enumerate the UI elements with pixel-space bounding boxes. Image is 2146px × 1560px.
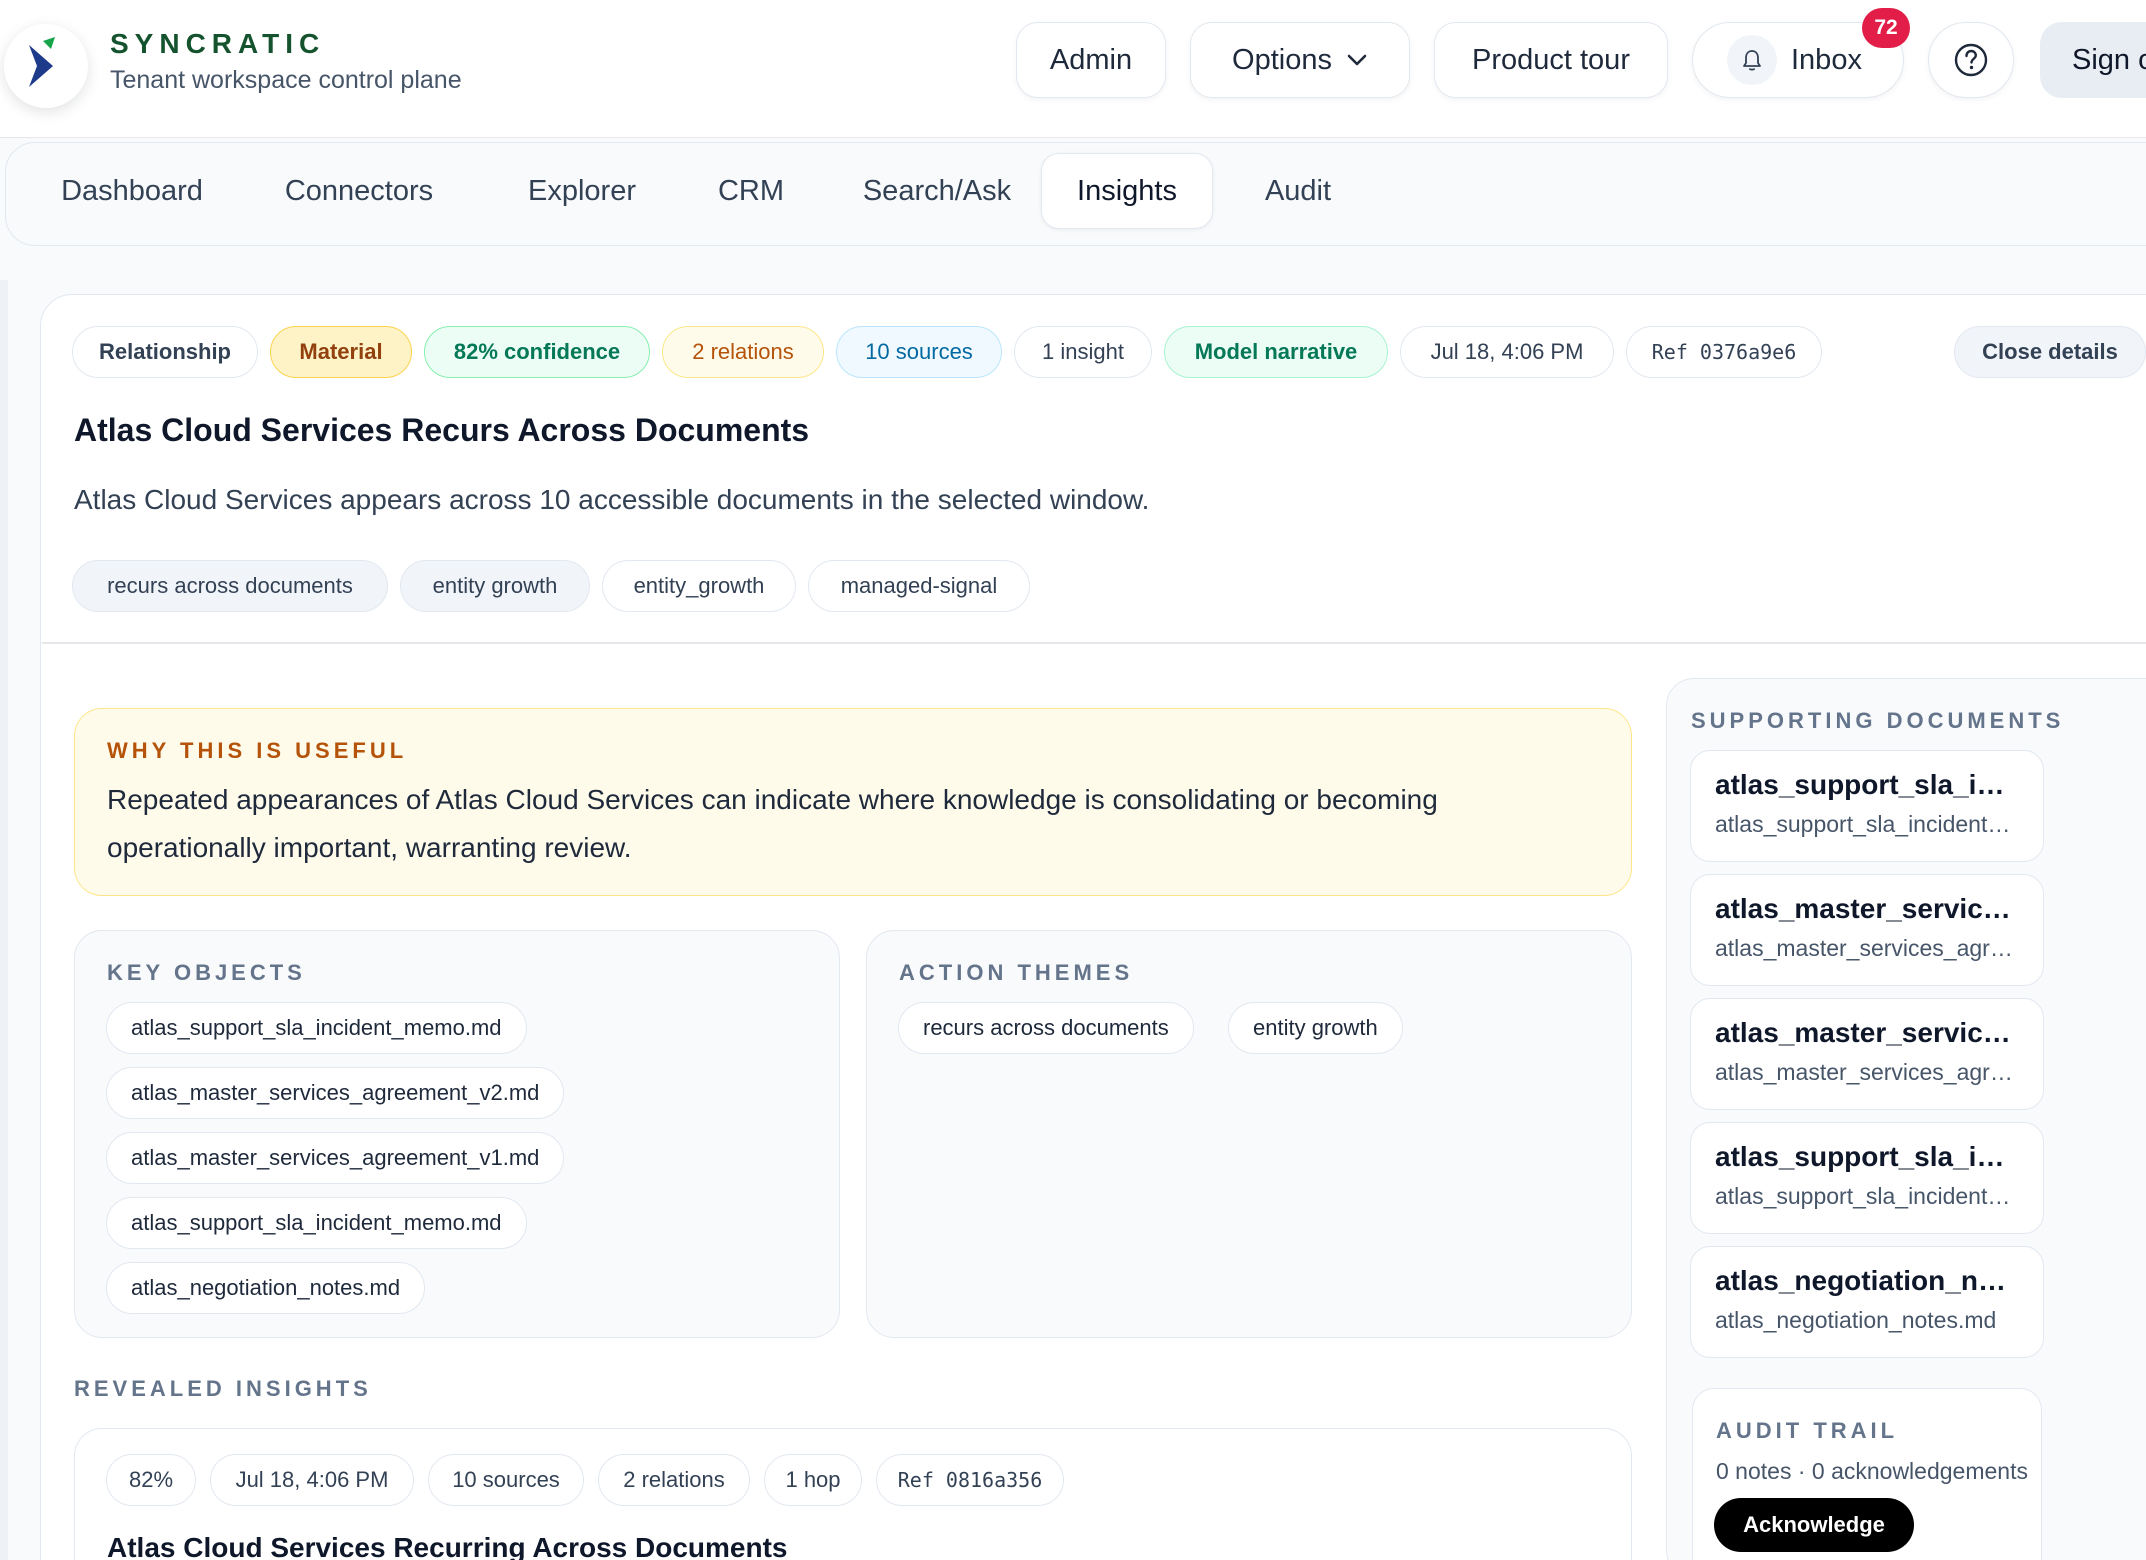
key-object-chip[interactable]: atlas_master_services_agreement_v1.md xyxy=(106,1132,565,1184)
reference-chip: Ref 0376a9e6 xyxy=(1626,326,1822,378)
insight-sources-chip: 10 sources xyxy=(428,1454,584,1506)
action-themes-card xyxy=(866,930,1632,1338)
type-chip: Relationship xyxy=(72,326,258,378)
syncratic-logo[interactable] xyxy=(4,24,88,108)
tag-chip: managed-signal xyxy=(808,560,1030,612)
doc-title: atlas_master_services_agreement_v1.md xyxy=(1715,1017,2019,1048)
inbox-count-badge: 72 xyxy=(1862,8,1910,48)
supporting-doc-card[interactable]: atlas_master_services_agreement_v2.md at… xyxy=(1690,874,2044,986)
chevron-down-icon xyxy=(1347,54,1367,66)
main-tab-bar: Dashboard Connectors Explorer CRM Search… xyxy=(5,142,2146,246)
action-theme-chip: recurs across documents xyxy=(898,1002,1194,1054)
insight-title: Atlas Cloud Services Recurs Across Docum… xyxy=(74,412,810,448)
key-object-chip[interactable]: atlas_support_sla_incident_memo.md xyxy=(106,1002,527,1054)
revealed-insight-title: Atlas Cloud Services Recurring Across Do… xyxy=(107,1532,788,1560)
tag-chip: entity_growth xyxy=(602,560,796,612)
tag-chip: entity growth xyxy=(400,560,590,612)
doc-filename: atlas_support_sla_incident_memo.md xyxy=(1715,1183,2019,1209)
doc-title: atlas_negotiation_notes.md xyxy=(1715,1265,2019,1296)
tab-audit[interactable]: Audit xyxy=(1236,153,1360,229)
tag-chip: recurs across documents xyxy=(72,560,388,612)
product-tour-label: Product tour xyxy=(1472,43,1630,76)
timestamp-chip: Jul 18, 4:06 PM xyxy=(1400,326,1614,378)
tab-dashboard[interactable]: Dashboard xyxy=(42,153,222,229)
insight-timestamp-chip: Jul 18, 4:06 PM xyxy=(210,1454,414,1506)
action-themes-label: ACTION THEMES xyxy=(899,960,1134,985)
why-useful-label: WHY THIS IS USEFUL xyxy=(107,738,408,763)
narrative-chip: Model narrative xyxy=(1164,326,1388,378)
why-useful-text: Repeated appearances of Atlas Cloud Serv… xyxy=(107,784,1438,863)
confidence-chip: 82% confidence xyxy=(424,326,650,378)
insight-reference-chip: Ref 0816a356 xyxy=(876,1454,1064,1506)
supporting-documents-label: SUPPORTING DOCUMENTS xyxy=(1691,708,2065,733)
section-divider xyxy=(42,642,2146,644)
doc-title: atlas_master_services_agreement_v2.md xyxy=(1715,893,2019,924)
supporting-doc-card[interactable]: atlas_master_services_agreement_v1.md at… xyxy=(1690,998,2044,1110)
supporting-doc-card[interactable]: atlas_support_sla_incident_memo.md atlas… xyxy=(1690,750,2044,862)
audit-trail-label: AUDIT TRAIL xyxy=(1716,1418,1899,1443)
key-object-chip[interactable]: atlas_negotiation_notes.md xyxy=(106,1262,426,1314)
insight-hops-chip: 1 hop xyxy=(764,1454,862,1506)
tab-connectors[interactable]: Connectors xyxy=(252,153,466,229)
doc-title: atlas_support_sla_incident_memo.md xyxy=(1715,1141,2019,1172)
insight-summary: Atlas Cloud Services appears across 10 a… xyxy=(74,484,1150,515)
tab-crm[interactable]: CRM xyxy=(696,153,806,229)
doc-filename: atlas_master_services_agreement_v2.md xyxy=(1715,935,2019,961)
insight-confidence-chip: 82% xyxy=(106,1454,196,1506)
doc-title: atlas_support_sla_incident_memo.md xyxy=(1715,769,2019,800)
action-theme-chip: entity growth xyxy=(1228,1002,1403,1054)
key-objects-label: KEY OBJECTS xyxy=(107,960,306,985)
relations-chip: 2 relations xyxy=(662,326,824,378)
insight-relations-chip: 2 relations xyxy=(598,1454,750,1506)
doc-filename: atlas_master_services_agreement_v1.md xyxy=(1715,1059,2019,1085)
close-details-button[interactable]: Close details xyxy=(1954,326,2146,378)
options-dropdown[interactable]: Options xyxy=(1190,22,1410,98)
bell-icon xyxy=(1727,35,1777,85)
admin-button-label: Admin xyxy=(1049,43,1133,76)
inbox-label: Inbox xyxy=(1791,43,1862,76)
brand-name: SYNCRATIC xyxy=(110,28,326,59)
brand-subtitle: Tenant workspace control plane xyxy=(110,66,462,94)
options-label: Options xyxy=(1232,43,1332,76)
help-button[interactable] xyxy=(1928,22,2014,98)
tab-search-ask[interactable]: Search/Ask xyxy=(834,153,1040,229)
logo-chevron-icon xyxy=(29,37,55,87)
sources-chip: 10 sources xyxy=(836,326,1002,378)
product-tour-button[interactable]: Product tour xyxy=(1434,22,1668,98)
revealed-insights-label: REVEALED INSIGHTS xyxy=(74,1376,372,1401)
key-object-chip[interactable]: atlas_master_services_agreement_v2.md xyxy=(106,1067,565,1119)
insights-count-chip: 1 insight xyxy=(1014,326,1152,378)
admin-button[interactable]: Admin xyxy=(1016,22,1166,98)
supporting-doc-card[interactable]: atlas_negotiation_notes.md atlas_negotia… xyxy=(1690,1246,2044,1358)
help-circle-icon xyxy=(1954,43,1988,77)
tab-insights[interactable]: Insights xyxy=(1041,153,1213,229)
audit-trail-summary: 0 notes · 0 acknowledgements xyxy=(1716,1458,2028,1484)
doc-filename: atlas_support_sla_incident_memo.md xyxy=(1715,811,2019,837)
key-object-chip[interactable]: atlas_support_sla_incident_memo.md xyxy=(106,1197,527,1249)
severity-chip: Material xyxy=(270,326,412,378)
supporting-doc-card[interactable]: atlas_support_sla_incident_memo.md atlas… xyxy=(1690,1122,2044,1234)
sign-out-button[interactable]: Sign out xyxy=(2040,22,2146,98)
left-rail xyxy=(0,280,8,1560)
tab-explorer[interactable]: Explorer xyxy=(496,153,668,229)
acknowledge-button[interactable]: Acknowledge xyxy=(1714,1498,1914,1552)
top-bar: SYNCRATIC Tenant workspace control plane… xyxy=(0,0,2146,138)
doc-filename: atlas_negotiation_notes.md xyxy=(1715,1307,1997,1333)
